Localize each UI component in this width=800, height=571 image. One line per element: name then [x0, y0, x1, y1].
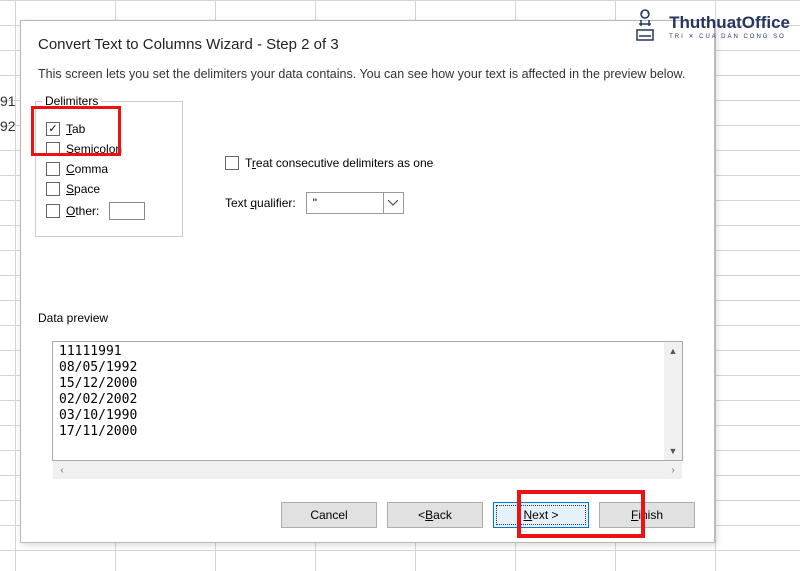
checkbox-semicolon[interactable]	[46, 142, 60, 156]
checkbox-other[interactable]	[46, 204, 60, 218]
scroll-left-icon[interactable]: ‹	[53, 461, 71, 479]
delimiter-other[interactable]: Other:	[46, 202, 172, 220]
cancel-button[interactable]: Cancel	[281, 502, 377, 528]
text-to-columns-wizard: Convert Text to Columns Wizard - Step 2 …	[20, 20, 715, 543]
treat-consecutive-row[interactable]: Treat consecutive delimiters as one	[225, 156, 433, 170]
logo-icon	[625, 6, 665, 46]
row-header-92: 92	[0, 118, 20, 134]
delimiter-tab[interactable]: ✓ TTabab	[46, 122, 172, 136]
text-qualifier-select[interactable]: "	[306, 192, 404, 214]
checkbox-consecutive[interactable]	[225, 156, 239, 170]
qualifier-value: "	[313, 196, 317, 210]
checkbox-comma[interactable]	[46, 162, 60, 176]
checkbox-tab[interactable]: ✓	[46, 122, 60, 136]
watermark-sub: TRI ✕ CUA DAN CONG SO	[669, 33, 790, 40]
next-button[interactable]: Next >	[493, 502, 589, 528]
delimiters-legend: Delimiters	[42, 94, 101, 108]
watermark-brand: ThuthuatOffice	[669, 13, 790, 33]
preview-content: 11111991 08/05/1992 15/12/2000 02/02/200…	[53, 342, 682, 442]
watermark-logo: ThuthuatOffice TRI ✕ CUA DAN CONG SO	[625, 6, 790, 46]
checkbox-space[interactable]	[46, 182, 60, 196]
scroll-up-icon[interactable]: ▲	[664, 342, 682, 360]
preview-vscroll[interactable]: ▲ ▼	[664, 342, 682, 460]
back-button[interactable]: < Back	[387, 502, 483, 528]
dialog-description: This screen lets you set the delimiters …	[38, 67, 697, 81]
scroll-down-icon[interactable]: ▼	[664, 442, 682, 460]
delimiter-comma[interactable]: Comma	[46, 162, 172, 176]
chevron-down-icon	[383, 193, 403, 213]
delimiters-group: Delimiters ✓ TTabab Semicolon Comma Spac…	[35, 101, 183, 237]
preview-hscroll[interactable]: ‹ ›	[53, 461, 682, 479]
row-header-91: 91	[0, 93, 20, 109]
other-delimiter-input[interactable]	[109, 202, 145, 220]
delimiter-space[interactable]: Space	[46, 182, 172, 196]
finish-button[interactable]: Finish	[599, 502, 695, 528]
text-qualifier-label: Text qualifier:	[225, 196, 296, 210]
data-preview-box: 11111991 08/05/1992 15/12/2000 02/02/200…	[52, 341, 683, 461]
data-preview-label: Data preview	[38, 311, 108, 325]
delimiter-semicolon[interactable]: Semicolon	[46, 142, 172, 156]
dialog-title: Convert Text to Columns Wizard - Step 2 …	[38, 36, 697, 53]
scroll-right-icon[interactable]: ›	[664, 461, 682, 479]
